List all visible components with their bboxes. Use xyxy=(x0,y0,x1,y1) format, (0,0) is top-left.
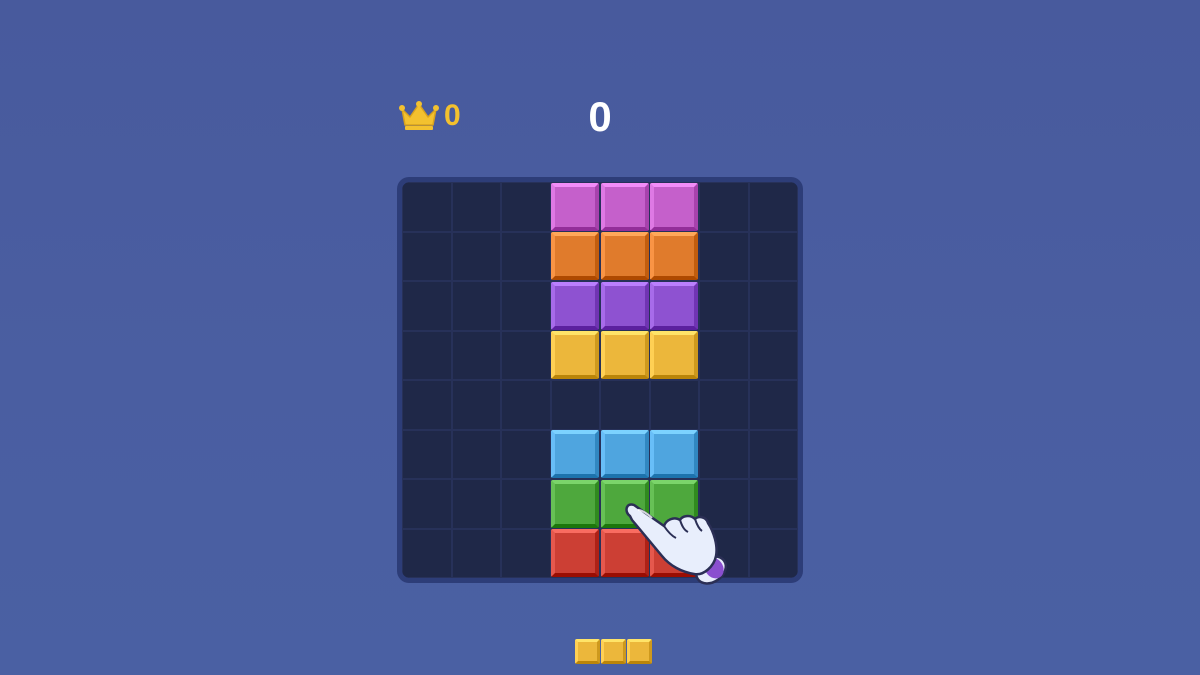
block xyxy=(551,529,600,578)
board-cell[interactable] xyxy=(748,528,798,578)
board-cell[interactable] xyxy=(748,429,798,479)
board-cell[interactable] xyxy=(748,231,798,281)
board-cell[interactable] xyxy=(501,281,551,331)
board-cell[interactable] xyxy=(451,281,501,331)
board-cell[interactable] xyxy=(501,330,551,380)
block xyxy=(600,430,649,479)
tray-piece-block[interactable] xyxy=(575,639,600,664)
board-cell[interactable] xyxy=(451,528,501,578)
board-cell[interactable] xyxy=(501,429,551,479)
block xyxy=(600,331,649,380)
block xyxy=(551,479,600,528)
board-cell[interactable] xyxy=(501,182,551,232)
game-board xyxy=(397,177,803,583)
board-cell[interactable] xyxy=(451,479,501,529)
board-cell[interactable] xyxy=(699,182,749,232)
board-cell[interactable] xyxy=(451,330,501,380)
board-cell[interactable] xyxy=(649,380,699,430)
block xyxy=(551,331,600,380)
board-cell[interactable] xyxy=(402,182,452,232)
board-cell[interactable] xyxy=(699,528,749,578)
block xyxy=(600,281,649,330)
board-cell[interactable] xyxy=(699,330,749,380)
block xyxy=(650,281,699,330)
crown-icon xyxy=(398,101,440,131)
board-cell[interactable] xyxy=(402,528,452,578)
board-cell[interactable] xyxy=(402,231,452,281)
board-cell[interactable] xyxy=(699,380,749,430)
block xyxy=(650,182,699,231)
block xyxy=(600,479,649,528)
board-cell[interactable] xyxy=(699,281,749,331)
block xyxy=(551,430,600,479)
block xyxy=(551,232,600,281)
board-cell[interactable] xyxy=(501,380,551,430)
block xyxy=(600,529,649,578)
board-cell[interactable] xyxy=(402,429,452,479)
board-cell[interactable] xyxy=(501,231,551,281)
block xyxy=(650,529,699,578)
best-score-value: 0 xyxy=(444,99,461,132)
board-cell[interactable] xyxy=(748,479,798,529)
board-cell[interactable] xyxy=(451,429,501,479)
block xyxy=(650,331,699,380)
board-cell[interactable] xyxy=(699,231,749,281)
block xyxy=(551,182,600,231)
hud: 0 0 xyxy=(0,0,1200,160)
board-cell[interactable] xyxy=(699,429,749,479)
board-cell[interactable] xyxy=(748,182,798,232)
board-cell[interactable] xyxy=(748,281,798,331)
board-cell[interactable] xyxy=(501,479,551,529)
block xyxy=(650,232,699,281)
current-score: 0 xyxy=(588,93,612,140)
board-cell[interactable] xyxy=(600,380,650,430)
board-cell[interactable] xyxy=(699,479,749,529)
tray-piece-block[interactable] xyxy=(601,639,626,664)
block xyxy=(600,182,649,231)
board-cell[interactable] xyxy=(550,380,600,430)
board-cell[interactable] xyxy=(402,479,452,529)
tray-piece-block[interactable] xyxy=(627,639,652,664)
board-cell[interactable] xyxy=(501,528,551,578)
board-cell[interactable] xyxy=(402,380,452,430)
board-cell[interactable] xyxy=(748,380,798,430)
block xyxy=(600,232,649,281)
board-cell[interactable] xyxy=(402,281,452,331)
block xyxy=(650,479,699,528)
board-cell[interactable] xyxy=(451,380,501,430)
block xyxy=(650,430,699,479)
board-cell[interactable] xyxy=(402,330,452,380)
board-cell[interactable] xyxy=(451,182,501,232)
best-score: 0 xyxy=(398,100,461,132)
block xyxy=(551,281,600,330)
board-cell[interactable] xyxy=(748,330,798,380)
board-grid[interactable] xyxy=(402,182,798,578)
board-cell[interactable] xyxy=(451,231,501,281)
